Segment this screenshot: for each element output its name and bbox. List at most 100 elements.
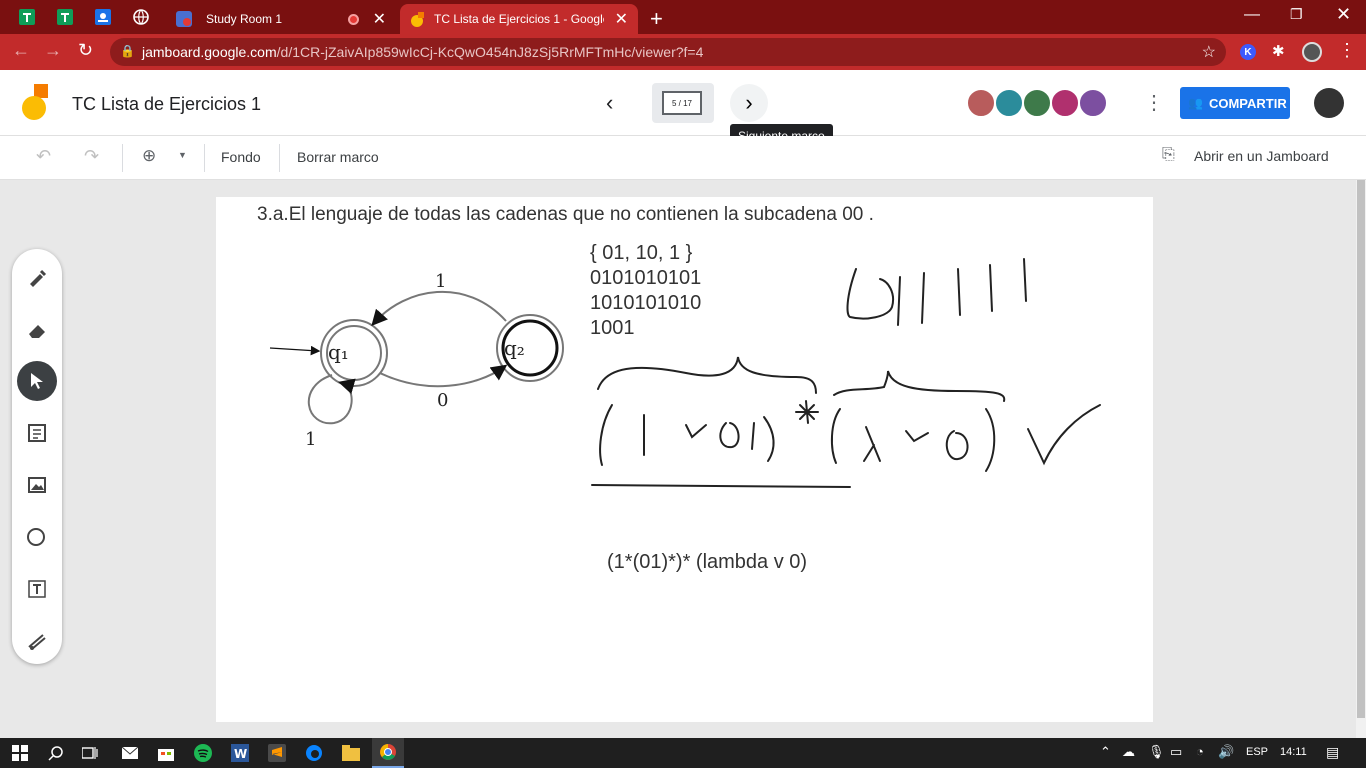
- search-icon[interactable]: [44, 742, 68, 764]
- collaborator-avatar[interactable]: [994, 88, 1024, 118]
- frame-bar-button[interactable]: 5 / 17: [652, 83, 714, 123]
- close-tab-icon[interactable]: ✕: [615, 9, 628, 29]
- back-arrow-icon[interactable]: ←: [12, 40, 30, 61]
- microphone-icon[interactable]: 🎙: [1148, 744, 1165, 760]
- background-button[interactable]: Fondo: [221, 149, 261, 165]
- zoom-icon[interactable]: ⊕: [142, 146, 156, 166]
- globe-pinned-tab-icon[interactable]: [128, 5, 154, 29]
- new-tab-plus-icon[interactable]: +: [650, 6, 663, 32]
- close-window-icon[interactable]: ✕: [1336, 4, 1351, 25]
- circle-shape-tool-icon[interactable]: [12, 515, 62, 559]
- frame-counter: 5 / 17: [662, 91, 702, 115]
- sheets-pinned-tab-icon-2[interactable]: [52, 5, 78, 29]
- chrome-taskbar-icon[interactable]: [372, 738, 404, 768]
- stroke: [921, 272, 925, 324]
- tab-study-room[interactable]: Study Room 1 ✕: [166, 4, 396, 34]
- more-options-icon[interactable]: ⋮: [1144, 90, 1164, 115]
- stroke: [1023, 258, 1027, 302]
- document-title[interactable]: TC Lista de Ejercicios 1: [72, 94, 261, 115]
- collaborator-avatar[interactable]: [966, 88, 996, 118]
- jam-toolbar: ↶ ↷ ⊕ ▼ Fondo Borrar marco ⎘ Abrir en un…: [0, 136, 1366, 180]
- stroke: [957, 268, 961, 316]
- clock[interactable]: 14:11: [1280, 746, 1307, 758]
- volume-icon[interactable]: 🔊: [1218, 744, 1234, 760]
- recording-icon: [347, 13, 359, 25]
- collaborator-avatar[interactable]: [1022, 88, 1052, 118]
- stroke-zero: [846, 268, 894, 320]
- sticky-note-tool-icon[interactable]: [12, 411, 62, 455]
- notifications-icon[interactable]: ▤: [1326, 744, 1339, 761]
- url-field[interactable]: 🔒 jamboard.google.com/d/1CR-jZaivAIp859w…: [110, 38, 1226, 66]
- sheets-pinned-tab-icon[interactable]: [14, 5, 40, 29]
- bookmark-star-icon[interactable]: ☆: [1202, 42, 1216, 62]
- open-in-jamboard-button[interactable]: Abrir en un Jamboard: [1194, 148, 1329, 164]
- paren: [830, 408, 841, 464]
- zoom-dropdown-icon[interactable]: ▼: [178, 150, 187, 160]
- paren: [763, 416, 775, 462]
- scrollbar-thumb[interactable]: [1357, 180, 1365, 718]
- forward-arrow-icon[interactable]: →: [44, 40, 62, 61]
- previous-frame-chevron-icon[interactable]: ‹: [606, 90, 613, 116]
- lock-icon: 🔒: [120, 44, 135, 58]
- stroke-zero: [719, 422, 740, 449]
- extension-badge-label: K: [1244, 46, 1252, 58]
- scrollbar-track[interactable]: [1356, 180, 1366, 738]
- next-frame-chevron-icon[interactable]: ›: [730, 84, 768, 122]
- undo-icon[interactable]: ↶: [36, 146, 51, 167]
- stroke-v: [905, 430, 929, 443]
- clear-frame-button[interactable]: Borrar marco: [297, 149, 379, 165]
- spotify-icon[interactable]: [191, 742, 215, 764]
- tab-label: Study Room 1: [206, 12, 283, 26]
- account-avatar[interactable]: [1314, 88, 1344, 118]
- jam-frame[interactable]: 3.a.El lenguaje de todas las cadenas que…: [216, 197, 1153, 722]
- wifi-icon[interactable]: ◔: [1196, 744, 1204, 759]
- extension-k-icon[interactable]: K: [1240, 44, 1256, 60]
- tool-palette: [12, 249, 62, 664]
- extensions-puzzle-icon[interactable]: ✱: [1272, 42, 1285, 60]
- stroke: [751, 422, 755, 450]
- jamboard-logo-icon[interactable]: [22, 84, 50, 122]
- eraser-tool-icon[interactable]: [12, 307, 62, 351]
- paren: [599, 404, 613, 466]
- app-header: TC Lista de Ejercicios 1 ‹ 5 / 17 › ⋮ 👥 C…: [0, 70, 1366, 136]
- classroom-pinned-tab-icon[interactable]: [90, 5, 116, 29]
- brace-right: [833, 370, 1006, 402]
- tab-jamboard[interactable]: TC Lista de Ejercicios 1 - Google J ✕: [400, 4, 638, 34]
- people-icon: 👥: [1188, 96, 1203, 110]
- stroke-v: [685, 424, 707, 439]
- share-button[interactable]: 👥 COMPARTIR: [1180, 87, 1290, 119]
- minimize-icon[interactable]: —: [1244, 6, 1260, 24]
- collaborator-avatar[interactable]: [1078, 88, 1108, 118]
- onedrive-cloud-icon[interactable]: ☁: [1122, 744, 1135, 760]
- restore-icon[interactable]: ❐: [1290, 6, 1303, 23]
- close-tab-icon[interactable]: ✕: [373, 9, 386, 29]
- windows-start-icon[interactable]: [8, 742, 32, 764]
- file-explorer-icon[interactable]: [339, 742, 363, 764]
- battery-icon[interactable]: ▭: [1170, 744, 1182, 760]
- select-tool-icon[interactable]: [12, 359, 62, 403]
- tab-label: TC Lista de Ejercicios 1 - Google J: [434, 12, 604, 26]
- image-tool-icon[interactable]: [12, 463, 62, 507]
- windows-taskbar: W ⌃ ☁ 🎙 ▭ ◔ 🔊 ESP 14:11 ▤: [0, 738, 1366, 768]
- open-in-jamboard-icon[interactable]: ⎘: [1162, 146, 1175, 164]
- jamboard-favicon-icon: [411, 12, 424, 27]
- tray-chevron-icon[interactable]: ⌃: [1100, 744, 1111, 760]
- collaborator-avatar[interactable]: [1050, 88, 1080, 118]
- sublime-text-icon[interactable]: [265, 742, 289, 764]
- language-indicator[interactable]: ESP: [1246, 746, 1268, 758]
- browser-menu-icon[interactable]: ⋮: [1338, 40, 1356, 61]
- word-icon[interactable]: W: [228, 742, 252, 764]
- profile-avatar-icon[interactable]: [1302, 42, 1322, 62]
- regex-answer: (1*(01)*)* (lambda v 0): [607, 551, 808, 573]
- stroke: [989, 264, 993, 312]
- kleene-star: [795, 400, 819, 424]
- mail-icon[interactable]: [118, 742, 142, 764]
- task-view-icon[interactable]: [78, 742, 102, 764]
- pen-tool-icon[interactable]: [12, 255, 62, 299]
- store-icon[interactable]: [154, 742, 178, 764]
- laser-tool-icon[interactable]: [12, 619, 62, 663]
- text-box-tool-icon[interactable]: [12, 567, 62, 611]
- reload-icon[interactable]: ↻: [78, 40, 93, 61]
- edge-icon[interactable]: [302, 742, 326, 764]
- redo-icon[interactable]: ↷: [84, 146, 99, 167]
